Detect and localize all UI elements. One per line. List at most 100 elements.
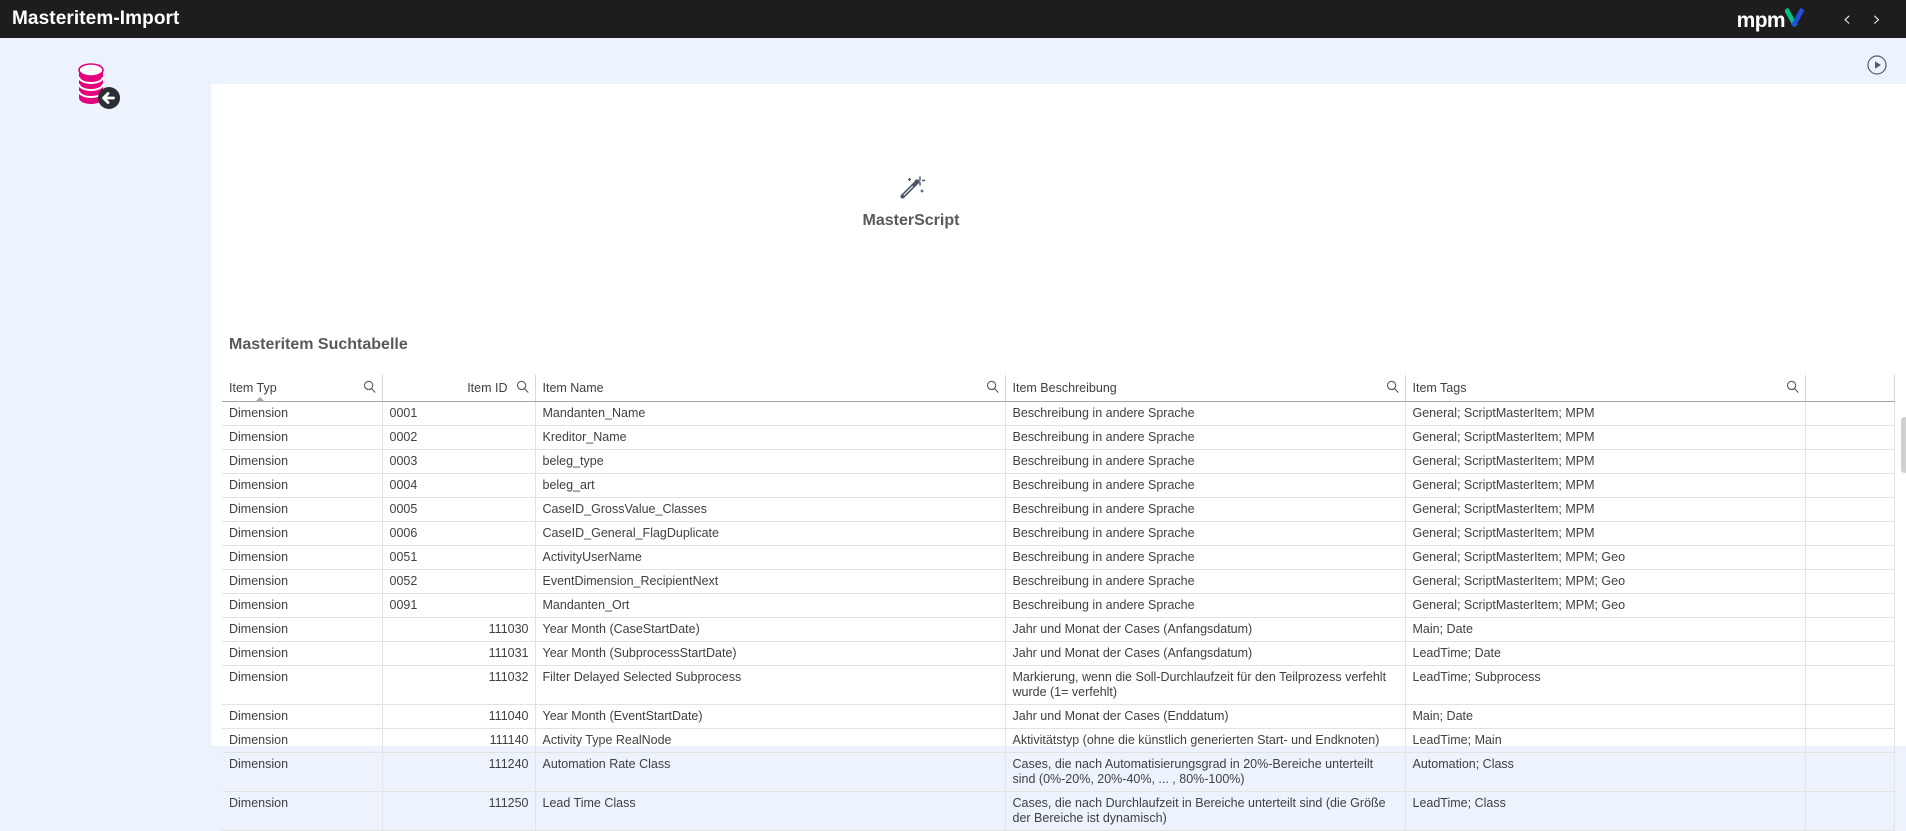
search-icon[interactable] bbox=[1786, 380, 1799, 396]
cell-item-beschreibung: Markierung, wenn die Soll-Durchlaufzeit … bbox=[1005, 665, 1406, 705]
search-icon[interactable] bbox=[363, 380, 376, 396]
table-row[interactable]: Dimension 111040 Year Month (EventStartDat… bbox=[222, 704, 1895, 729]
cell-item-typ: Dimension bbox=[222, 728, 383, 753]
cell-item-id: 0005 bbox=[382, 497, 536, 522]
table-row[interactable]: Dimension 111032 Filter Delayed Selected S… bbox=[222, 665, 1895, 705]
column-label: Item Tags bbox=[1412, 381, 1467, 395]
cell-item-beschreibung: Beschreibung in andere Sprache bbox=[1005, 425, 1406, 450]
cell-item-tags: General; ScriptMasterItem; MPM bbox=[1405, 401, 1806, 426]
cell-item-typ: Dimension bbox=[222, 752, 383, 792]
cell-spacer bbox=[1805, 641, 1895, 666]
cell-item-typ: Dimension bbox=[222, 641, 383, 666]
column-header-item-name[interactable]: Item Name bbox=[535, 375, 1006, 402]
cell-item-tags: General; ScriptMasterItem; MPM bbox=[1405, 521, 1806, 546]
cell-item-tags: Main; Date bbox=[1405, 617, 1806, 642]
cell-item-beschreibung: Beschreibung in andere Sprache bbox=[1005, 497, 1406, 522]
cell-item-id: 111040 bbox=[382, 704, 536, 729]
search-icon[interactable] bbox=[516, 380, 529, 396]
column-header-item-id[interactable]: Item ID bbox=[382, 375, 536, 402]
cell-spacer bbox=[1805, 449, 1895, 474]
cell-item-beschreibung: Beschreibung in andere Sprache bbox=[1005, 401, 1406, 426]
cell-item-tags: General; ScriptMasterItem; MPM bbox=[1405, 425, 1806, 450]
column-label: Item Name bbox=[542, 381, 604, 395]
masterscript-label: MasterScript bbox=[862, 212, 960, 229]
cell-item-id: 111030 bbox=[382, 617, 536, 642]
cell-item-typ: Dimension bbox=[222, 665, 383, 705]
table-vertical-scrollbar-track[interactable] bbox=[1900, 376, 1906, 745]
cell-item-beschreibung: Cases, die nach Durchlaufzeit in Bereich… bbox=[1005, 791, 1406, 831]
cell-item-tags: LeadTime; Class bbox=[1405, 791, 1806, 831]
nav-next-button[interactable]: › bbox=[1862, 8, 1892, 30]
cell-item-tags: General; ScriptMasterItem; MPM bbox=[1405, 497, 1806, 522]
cell-item-tags: General; ScriptMasterItem; MPM bbox=[1405, 449, 1806, 474]
cell-item-id: 111240 bbox=[382, 752, 536, 792]
cell-spacer bbox=[1805, 425, 1895, 450]
cell-item-id: 0006 bbox=[382, 521, 536, 546]
table-row[interactable]: Dimension 111240 Automation Rate Class Case… bbox=[222, 752, 1895, 792]
cell-item-typ: Dimension bbox=[222, 497, 383, 522]
magic-wand-icon bbox=[211, 174, 1611, 202]
cell-spacer bbox=[1805, 545, 1895, 570]
search-icon[interactable] bbox=[986, 380, 999, 396]
nav-previous-button[interactable]: ‹ bbox=[1832, 8, 1862, 30]
cell-item-tags: Main; Date bbox=[1405, 704, 1806, 729]
table-header-row: Item Typ Item ID Item Name Item Beschrei… bbox=[222, 375, 1895, 402]
database-import-icon[interactable] bbox=[71, 58, 127, 114]
cell-item-name: Year Month (CaseStartDate) bbox=[535, 617, 1006, 642]
play-circle-icon[interactable] bbox=[1866, 54, 1888, 76]
cell-item-name: Filter Delayed Selected Subprocess bbox=[535, 665, 1006, 705]
table-row[interactable]: Dimension 0003 beleg_type Beschreibung in a… bbox=[222, 449, 1895, 474]
table-vertical-scrollbar-thumb[interactable] bbox=[1901, 417, 1906, 473]
cell-item-name: CaseID_GrossValue_Classes bbox=[535, 497, 1006, 522]
cell-item-name: Kreditor_Name bbox=[535, 425, 1006, 450]
cell-item-beschreibung: Beschreibung in andere Sprache bbox=[1005, 545, 1406, 570]
cell-item-id: 111031 bbox=[382, 641, 536, 666]
cell-spacer bbox=[1805, 728, 1895, 753]
table-row[interactable]: Dimension 0001 Mandanten_Name Beschreibung … bbox=[222, 401, 1895, 426]
column-header-item-tags[interactable]: Item Tags bbox=[1405, 375, 1806, 402]
cell-item-typ: Dimension bbox=[222, 521, 383, 546]
cell-item-id: 0091 bbox=[382, 593, 536, 618]
table-row[interactable]: Dimension 0051 ActivityUserName Beschreibun… bbox=[222, 545, 1895, 570]
sort-ascending-indicator bbox=[255, 397, 265, 402]
table-row[interactable]: Dimension 111031 Year Month (SubprocessSta… bbox=[222, 641, 1895, 666]
cell-item-beschreibung: Jahr und Monat der Cases (Enddatum) bbox=[1005, 704, 1406, 729]
page-title: Masteritem-Import bbox=[12, 8, 180, 29]
cell-item-tags: LeadTime; Date bbox=[1405, 641, 1806, 666]
cell-spacer bbox=[1805, 752, 1895, 792]
column-header-item-beschreibung[interactable]: Item Beschreibung bbox=[1005, 375, 1406, 402]
masterscript-object[interactable]: MasterScript bbox=[211, 174, 1611, 230]
cell-spacer bbox=[1805, 617, 1895, 642]
cell-spacer bbox=[1805, 569, 1895, 594]
cell-item-beschreibung: Beschreibung in andere Sprache bbox=[1005, 593, 1406, 618]
table-row[interactable]: Dimension 0002 Kreditor_Name Beschreibung i… bbox=[222, 425, 1895, 450]
cell-item-name: beleg_art bbox=[535, 473, 1006, 498]
cell-item-id: 111032 bbox=[382, 665, 536, 705]
cell-item-name: Year Month (EventStartDate) bbox=[535, 704, 1006, 729]
cell-item-typ: Dimension bbox=[222, 791, 383, 831]
column-header-spacer bbox=[1805, 375, 1895, 402]
table-row[interactable]: Dimension 111030 Year Month (CaseStartDate… bbox=[222, 617, 1895, 642]
cell-item-beschreibung: Beschreibung in andere Sprache bbox=[1005, 473, 1406, 498]
table-row[interactable]: Dimension 111250 Lead Time Class Cases, die… bbox=[222, 791, 1895, 831]
table-row[interactable]: Dimension 0052 EventDimension_RecipientNex… bbox=[222, 569, 1895, 594]
cell-item-id: 111250 bbox=[382, 791, 536, 831]
table-row[interactable]: Dimension 0091 Mandanten_Ort Beschreibung i… bbox=[222, 593, 1895, 618]
table-row[interactable]: Dimension 0005 CaseID_GrossValue_Classes Be… bbox=[222, 497, 1895, 522]
cell-item-id: 0001 bbox=[382, 401, 536, 426]
cell-item-typ: Dimension bbox=[222, 473, 383, 498]
cell-spacer bbox=[1805, 401, 1895, 426]
table-row[interactable]: Dimension 0006 CaseID_General_FlagDuplicat… bbox=[222, 521, 1895, 546]
cell-item-beschreibung: Jahr und Monat der Cases (Anfangsdatum) bbox=[1005, 617, 1406, 642]
cell-item-tags: General; ScriptMasterItem; MPM bbox=[1405, 473, 1806, 498]
cell-item-name: EventDimension_RecipientNext bbox=[535, 569, 1006, 594]
cell-item-name: Year Month (SubprocessStartDate) bbox=[535, 641, 1006, 666]
table-row[interactable]: Dimension 0004 beleg_art Beschreibung in an… bbox=[222, 473, 1895, 498]
search-icon[interactable] bbox=[1386, 380, 1399, 396]
cell-item-beschreibung: Cases, die nach Automatisierungsgrad in … bbox=[1005, 752, 1406, 792]
cell-item-typ: Dimension bbox=[222, 617, 383, 642]
table-row[interactable]: Dimension 111140 Activity Type RealNode Akt… bbox=[222, 728, 1895, 753]
mpmx-logo: mpm bbox=[1737, 6, 1804, 33]
cell-spacer bbox=[1805, 593, 1895, 618]
column-header-item-typ[interactable]: Item Typ bbox=[222, 375, 383, 402]
